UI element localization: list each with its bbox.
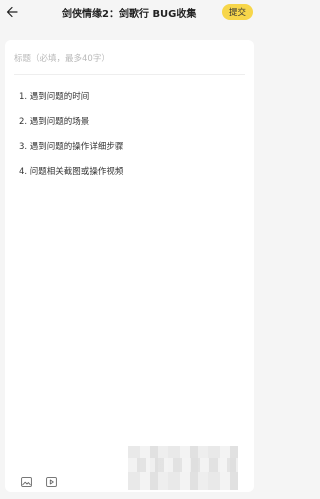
guide-item: 2. 遇到问题的场景	[19, 117, 90, 127]
title-input[interactable]	[14, 52, 244, 66]
page-title: 剑侠情缘2：剑歌行 BUG收集	[62, 9, 197, 20]
guide-item: 4. 问题相关截图或操作视频	[19, 167, 124, 177]
guide-item: 1. 遇到问题的时间	[19, 92, 90, 102]
description-textarea[interactable]: 1. 遇到问题的时间 2. 遇到问题的场景 3. 遇到问题的操作详细步骤 4. …	[5, 76, 254, 456]
image-icon	[20, 472, 32, 491]
divider	[14, 74, 245, 75]
blurred-overlay	[128, 446, 238, 490]
feedback-page: 剑侠情缘2：剑歌行 BUG收集 提交 1. 遇到问题的时间 2. 遇到问题的场景…	[0, 0, 259, 499]
back-button[interactable]	[2, 2, 22, 22]
top-bar: 剑侠情缘2：剑歌行 BUG收集 提交	[0, 0, 259, 26]
guide-item: 3. 遇到问题的操作详细步骤	[19, 142, 124, 152]
video-icon	[45, 472, 57, 491]
arrow-left-icon	[6, 3, 18, 22]
feedback-form-card: 1. 遇到问题的时间 2. 遇到问题的场景 3. 遇到问题的操作详细步骤 4. …	[5, 40, 254, 492]
add-image-button[interactable]	[19, 474, 33, 488]
add-video-button[interactable]	[44, 474, 58, 488]
submit-button[interactable]: 提交	[222, 4, 253, 20]
